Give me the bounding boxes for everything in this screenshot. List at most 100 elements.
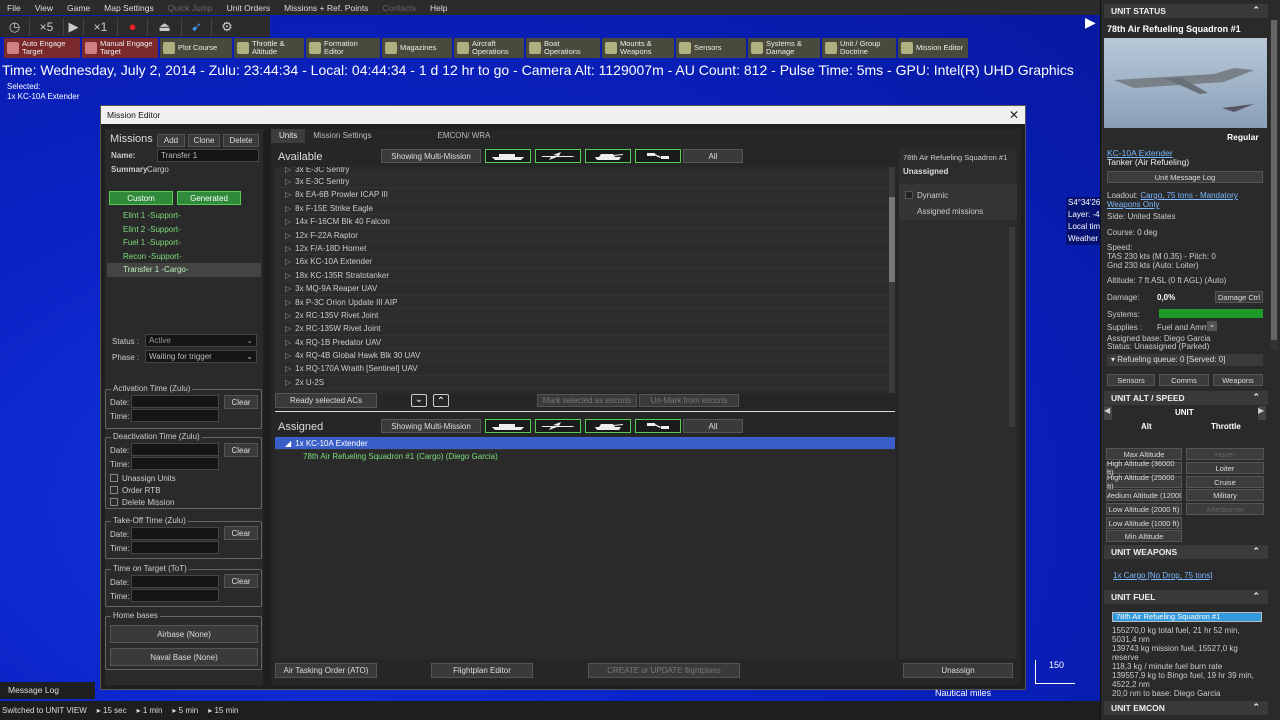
list-item[interactable]: ▷ 14x F-16CM Blk 40 Falcon bbox=[275, 215, 895, 229]
systems-damage-button[interactable]: Systems & Damage bbox=[748, 38, 820, 58]
activation-time-input[interactable] bbox=[131, 409, 219, 422]
side-scrollbar[interactable] bbox=[1009, 227, 1015, 427]
afterburner-button[interactable]: Afterburner bbox=[1186, 503, 1264, 515]
aircraft-filter-button[interactable] bbox=[535, 149, 581, 163]
list-item[interactable]: ▷ 8x P-3C Orion Update III AIP bbox=[275, 296, 895, 309]
create-flightplans-button[interactable]: CREATE or UPDATE flightplans bbox=[588, 663, 740, 678]
takeoff-time-input[interactable] bbox=[131, 541, 219, 554]
list-item[interactable]: ▷ 18x KC-135R Stratotanker bbox=[275, 269, 895, 283]
unit-weapons-header[interactable]: UNIT WEAPONS ⌃ bbox=[1104, 545, 1268, 559]
all-filter-button[interactable]: All bbox=[683, 149, 743, 163]
unassign-units-checkbox[interactable]: Unassign Units bbox=[110, 472, 176, 484]
list-item[interactable]: ▷ 1x RQ-170A Wraith [Sentinel] UAV bbox=[275, 362, 895, 376]
naval-base-button[interactable]: Naval Base (None) bbox=[110, 648, 258, 666]
status-select[interactable]: Active ⌄ bbox=[145, 334, 257, 347]
phase-select[interactable]: Waiting for trigger ⌄ bbox=[145, 350, 257, 363]
list-item[interactable]: ▷ 4x RQ-1B Predator UAV bbox=[275, 336, 895, 350]
collapse-icon[interactable]: ⌃ bbox=[1252, 392, 1260, 403]
menu-view[interactable]: View bbox=[28, 3, 60, 13]
unit-emcon-header[interactable]: UNIT EMCON ⌃ bbox=[1104, 701, 1268, 715]
loiter-button[interactable]: Loiter bbox=[1186, 462, 1264, 474]
assigned-all-button[interactable]: All bbox=[683, 419, 743, 433]
comms-tab-button[interactable]: Comms bbox=[1159, 374, 1209, 386]
unmark-escorts-button[interactable]: Un-Mark from escorts bbox=[639, 394, 739, 407]
min-alt-button[interactable]: Min Altitude bbox=[1106, 530, 1182, 542]
step-1min[interactable]: ▸ 1 min bbox=[137, 706, 163, 715]
pin-icon[interactable]: ➹ bbox=[182, 17, 212, 36]
military-button[interactable]: Military bbox=[1186, 489, 1264, 501]
menu-unit-orders[interactable]: Unit Orders bbox=[220, 3, 277, 13]
assigned-squadron-row[interactable]: 78th Air Refueling Squadron #1 (Cargo) (… bbox=[275, 450, 895, 463]
menu-map-settings[interactable]: Map Settings bbox=[97, 3, 161, 13]
speed-multiplier[interactable]: ×5 bbox=[30, 17, 64, 36]
menu-file[interactable]: File bbox=[0, 3, 28, 13]
collapse-icon[interactable]: ⌃ bbox=[1252, 5, 1260, 16]
satellite-filter-button[interactable] bbox=[635, 419, 681, 433]
unassign-button[interactable]: Unassign bbox=[903, 663, 1013, 678]
clock-icon[interactable]: ◷ bbox=[0, 17, 30, 36]
step-15sec[interactable]: ▸ 15 sec bbox=[97, 706, 127, 715]
menu-contacts[interactable]: Contacts bbox=[375, 3, 423, 13]
medium-alt-button[interactable]: Medium Altitude (12000 bbox=[1106, 489, 1182, 501]
cruise-button[interactable]: Cruise bbox=[1186, 476, 1264, 488]
deactivation-date-input[interactable] bbox=[131, 443, 219, 456]
high-alt-25-button[interactable]: High Altitude (25000 ft) bbox=[1106, 473, 1182, 491]
clear-takeoff-button[interactable]: Clear bbox=[224, 526, 258, 540]
plot-course-button[interactable]: Plot Course bbox=[160, 38, 232, 58]
mission-item[interactable]: Elint 1 -Support- bbox=[107, 209, 261, 223]
close-icon[interactable]: ✕ bbox=[1009, 108, 1019, 122]
delete-mission-checkbox[interactable]: Delete Mission bbox=[110, 496, 176, 508]
airbase-button[interactable]: Airbase (None) bbox=[110, 625, 258, 643]
assigned-showing-button[interactable]: Showing Multi-Mission bbox=[381, 419, 481, 433]
eject-icon[interactable]: ⏏ bbox=[148, 17, 182, 36]
ship-filter-button[interactable] bbox=[485, 149, 531, 163]
unit-status-header[interactable]: UNIT STATUS ⌃ bbox=[1104, 4, 1268, 18]
list-item[interactable]: ▷ 8x F-15E Strike Eagle bbox=[275, 202, 895, 216]
collapse-icon[interactable]: ⌃ bbox=[1252, 702, 1260, 713]
dynamic-checkbox[interactable]: Dynamic bbox=[905, 189, 948, 201]
mission-item-selected[interactable]: Transfer 1 -Cargo- bbox=[107, 263, 261, 277]
tot-time-input[interactable] bbox=[131, 589, 219, 602]
tot-date-input[interactable] bbox=[131, 575, 219, 588]
menu-quick-jump[interactable]: Quick Jump bbox=[161, 3, 220, 13]
weapon-link[interactable]: 1x Cargo [No Drop, 75 tons] bbox=[1113, 571, 1213, 580]
unit-fuel-header[interactable]: UNIT FUEL ⌃ bbox=[1104, 590, 1268, 604]
move-down-icon[interactable]: ⌄ bbox=[411, 394, 427, 407]
play-icon[interactable]: ▶ bbox=[64, 17, 84, 36]
list-item[interactable]: ▷ 2x RC-135V Rivet Joint bbox=[275, 309, 895, 323]
list-item[interactable]: ▷ 3x E-3C Sentry bbox=[275, 175, 895, 189]
list-item[interactable]: ▷ 4x RQ-4B Global Hawk Blk 30 UAV bbox=[275, 349, 895, 363]
mission-name-input[interactable]: Transfer 1 bbox=[157, 149, 259, 162]
list-item[interactable]: ▷ 16x KC-10A Extender bbox=[275, 255, 895, 269]
chevron-down-icon[interactable]: ⌄ bbox=[1207, 321, 1217, 331]
mark-escorts-button[interactable]: Mark selected as escorts bbox=[537, 394, 637, 407]
clear-activation-button[interactable]: Clear bbox=[224, 395, 258, 409]
mission-editor-button[interactable]: Mission Editor bbox=[898, 38, 968, 58]
mounts-weapons-button[interactable]: Mounts & Weapons bbox=[602, 38, 674, 58]
expand-arrow-icon[interactable]: ▶ bbox=[1085, 14, 1097, 30]
doctrine-button[interactable]: Unit / Group Doctrine bbox=[822, 38, 896, 58]
list-item[interactable]: ▷ 3x MQ-9A Reaper UAV bbox=[275, 282, 895, 296]
gear-icon[interactable]: ⚙ bbox=[212, 18, 242, 36]
list-item[interactable]: ▷ 2x RC-135W Rivet Joint bbox=[275, 322, 895, 336]
delete-mission-button[interactable]: Delete bbox=[223, 134, 259, 147]
scrollbar-thumb[interactable] bbox=[889, 197, 895, 282]
generated-filter-button[interactable]: Generated bbox=[177, 191, 241, 205]
available-scrollbar[interactable] bbox=[889, 167, 895, 393]
clone-mission-button[interactable]: Clone bbox=[188, 134, 220, 147]
flightplan-editor-button[interactable]: Flightplan Editor bbox=[431, 663, 533, 678]
ground-filter-button[interactable] bbox=[585, 419, 631, 433]
low-alt-2000-button[interactable]: Low Altitude (2000 ft) bbox=[1106, 503, 1182, 515]
manual-engage-button[interactable]: Manual Engage Target bbox=[82, 38, 158, 58]
record-icon[interactable]: ● bbox=[118, 17, 148, 36]
collapse-icon[interactable]: ⌃ bbox=[1252, 546, 1260, 557]
hover-button[interactable]: Hover bbox=[1186, 448, 1264, 460]
ground-filter-button[interactable] bbox=[585, 149, 631, 163]
damage-ctrl-button[interactable]: Damage Ctrl bbox=[1215, 291, 1263, 303]
add-mission-button[interactable]: Add bbox=[157, 134, 185, 147]
mission-item[interactable]: Fuel 1 -Support- bbox=[107, 236, 261, 250]
right-panel-scrollbar[interactable] bbox=[1270, 20, 1278, 350]
collapse-icon[interactable]: ⌃ bbox=[1252, 591, 1260, 602]
step-5min[interactable]: ▸ 5 min bbox=[172, 706, 198, 715]
takeoff-date-input[interactable] bbox=[131, 527, 219, 540]
